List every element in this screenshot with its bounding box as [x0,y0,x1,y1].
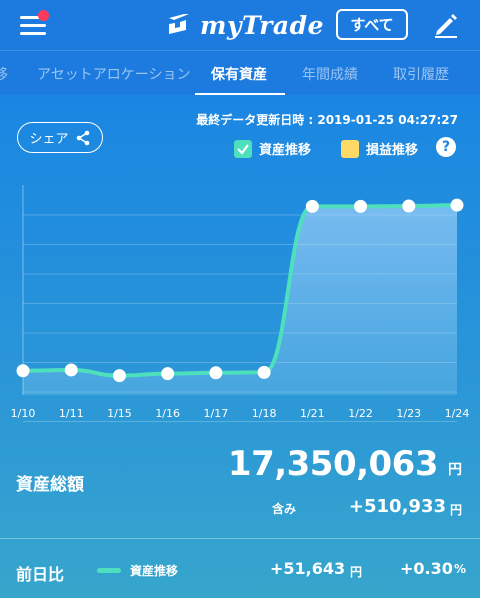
tab-trade-history[interactable]: 取引履歴 [393,64,449,84]
unrealized-unit: 円 [449,503,462,517]
daily-change-label: 前日比 [16,565,65,584]
data-point[interactable] [209,366,223,380]
total-assets-unit: 円 [448,462,462,478]
x-tick-label: 1/24 [445,407,470,420]
share-button[interactable]: シェア [17,122,103,153]
last-updated: 最終データ更新日時 : 2019-01-25 04:27:27 [196,113,458,127]
x-tick-label: 1/21 [300,407,325,420]
data-point[interactable] [16,364,30,378]
holdings-panel: 最終データ更新日時 : 2019-01-25 04:27:27 シェア 資産推移… [0,95,480,598]
x-tick-label: 1/23 [396,407,421,420]
legend-pnl[interactable]: 損益推移 [341,139,418,158]
x-tick-label: 1/10 [11,407,36,420]
share-button-label: シェア [29,132,69,147]
x-tick-label: 1/11 [59,407,84,420]
data-point[interactable] [112,369,126,383]
unrealized-value: +510,933 [348,496,446,517]
x-tick-label: 1/15 [107,407,132,420]
brand-name: myTrade [200,10,325,40]
data-point[interactable] [161,367,175,381]
daily-change-unit: 円 [350,565,363,579]
data-point[interactable] [402,199,416,213]
series-swatch [97,568,121,573]
legend-asset[interactable]: 資産推移 [234,139,311,158]
tab-annual-performance[interactable]: 年間成績 [302,64,358,84]
question-icon[interactable]: ? [436,137,456,157]
data-point[interactable] [305,199,319,213]
total-assets-label: 資産総額 [16,475,84,495]
checkbox-checked-icon [234,139,252,158]
daily-change-value: +51,643 [270,559,346,578]
all-button[interactable]: すべて [336,9,408,40]
data-point[interactable] [450,198,464,212]
checkbox-unchecked-icon [341,139,359,158]
asset-chart: 1/10 1/11 1/15 1/16 1/17 1/18 1/21 1/22 1/23 1/24 [11,185,470,422]
tab-holdings[interactable]: 保有資産 [211,64,267,84]
asset-area [23,205,457,395]
x-tick-label: 1/18 [252,407,277,420]
legend-asset-label: 資産推移 [259,143,312,158]
app-header: myTrade すべて [0,0,480,50]
data-point[interactable] [354,199,368,213]
brand: myTrade [166,8,324,42]
x-tick-label: 1/22 [348,407,373,420]
daily-change-percent: +0.30 [400,559,453,578]
total-assets-value: 17,350,063 [227,444,439,484]
tab-asset-allocation[interactable]: アセットアロケーション [37,64,190,84]
notification-dot [38,10,49,21]
data-point[interactable] [257,365,271,379]
tab-prev[interactable]: 移 [0,64,8,84]
unrealized-label: 含み [272,502,297,516]
mytrade-logo-icon [169,14,189,34]
daily-series-label: 資産推移 [130,564,179,578]
share-icon [76,130,89,145]
data-point[interactable] [64,363,78,377]
pencil-icon[interactable] [432,11,460,39]
divider [0,538,480,539]
legend-pnl-label: 損益推移 [366,143,419,158]
daily-change-percent-unit: % [454,562,467,576]
x-tick-label: 1/17 [204,407,229,420]
tab-bar: 移 アセットアロケーション 保有資産 年間成績 取引履歴 [0,50,480,96]
x-tick-label: 1/16 [155,407,180,420]
